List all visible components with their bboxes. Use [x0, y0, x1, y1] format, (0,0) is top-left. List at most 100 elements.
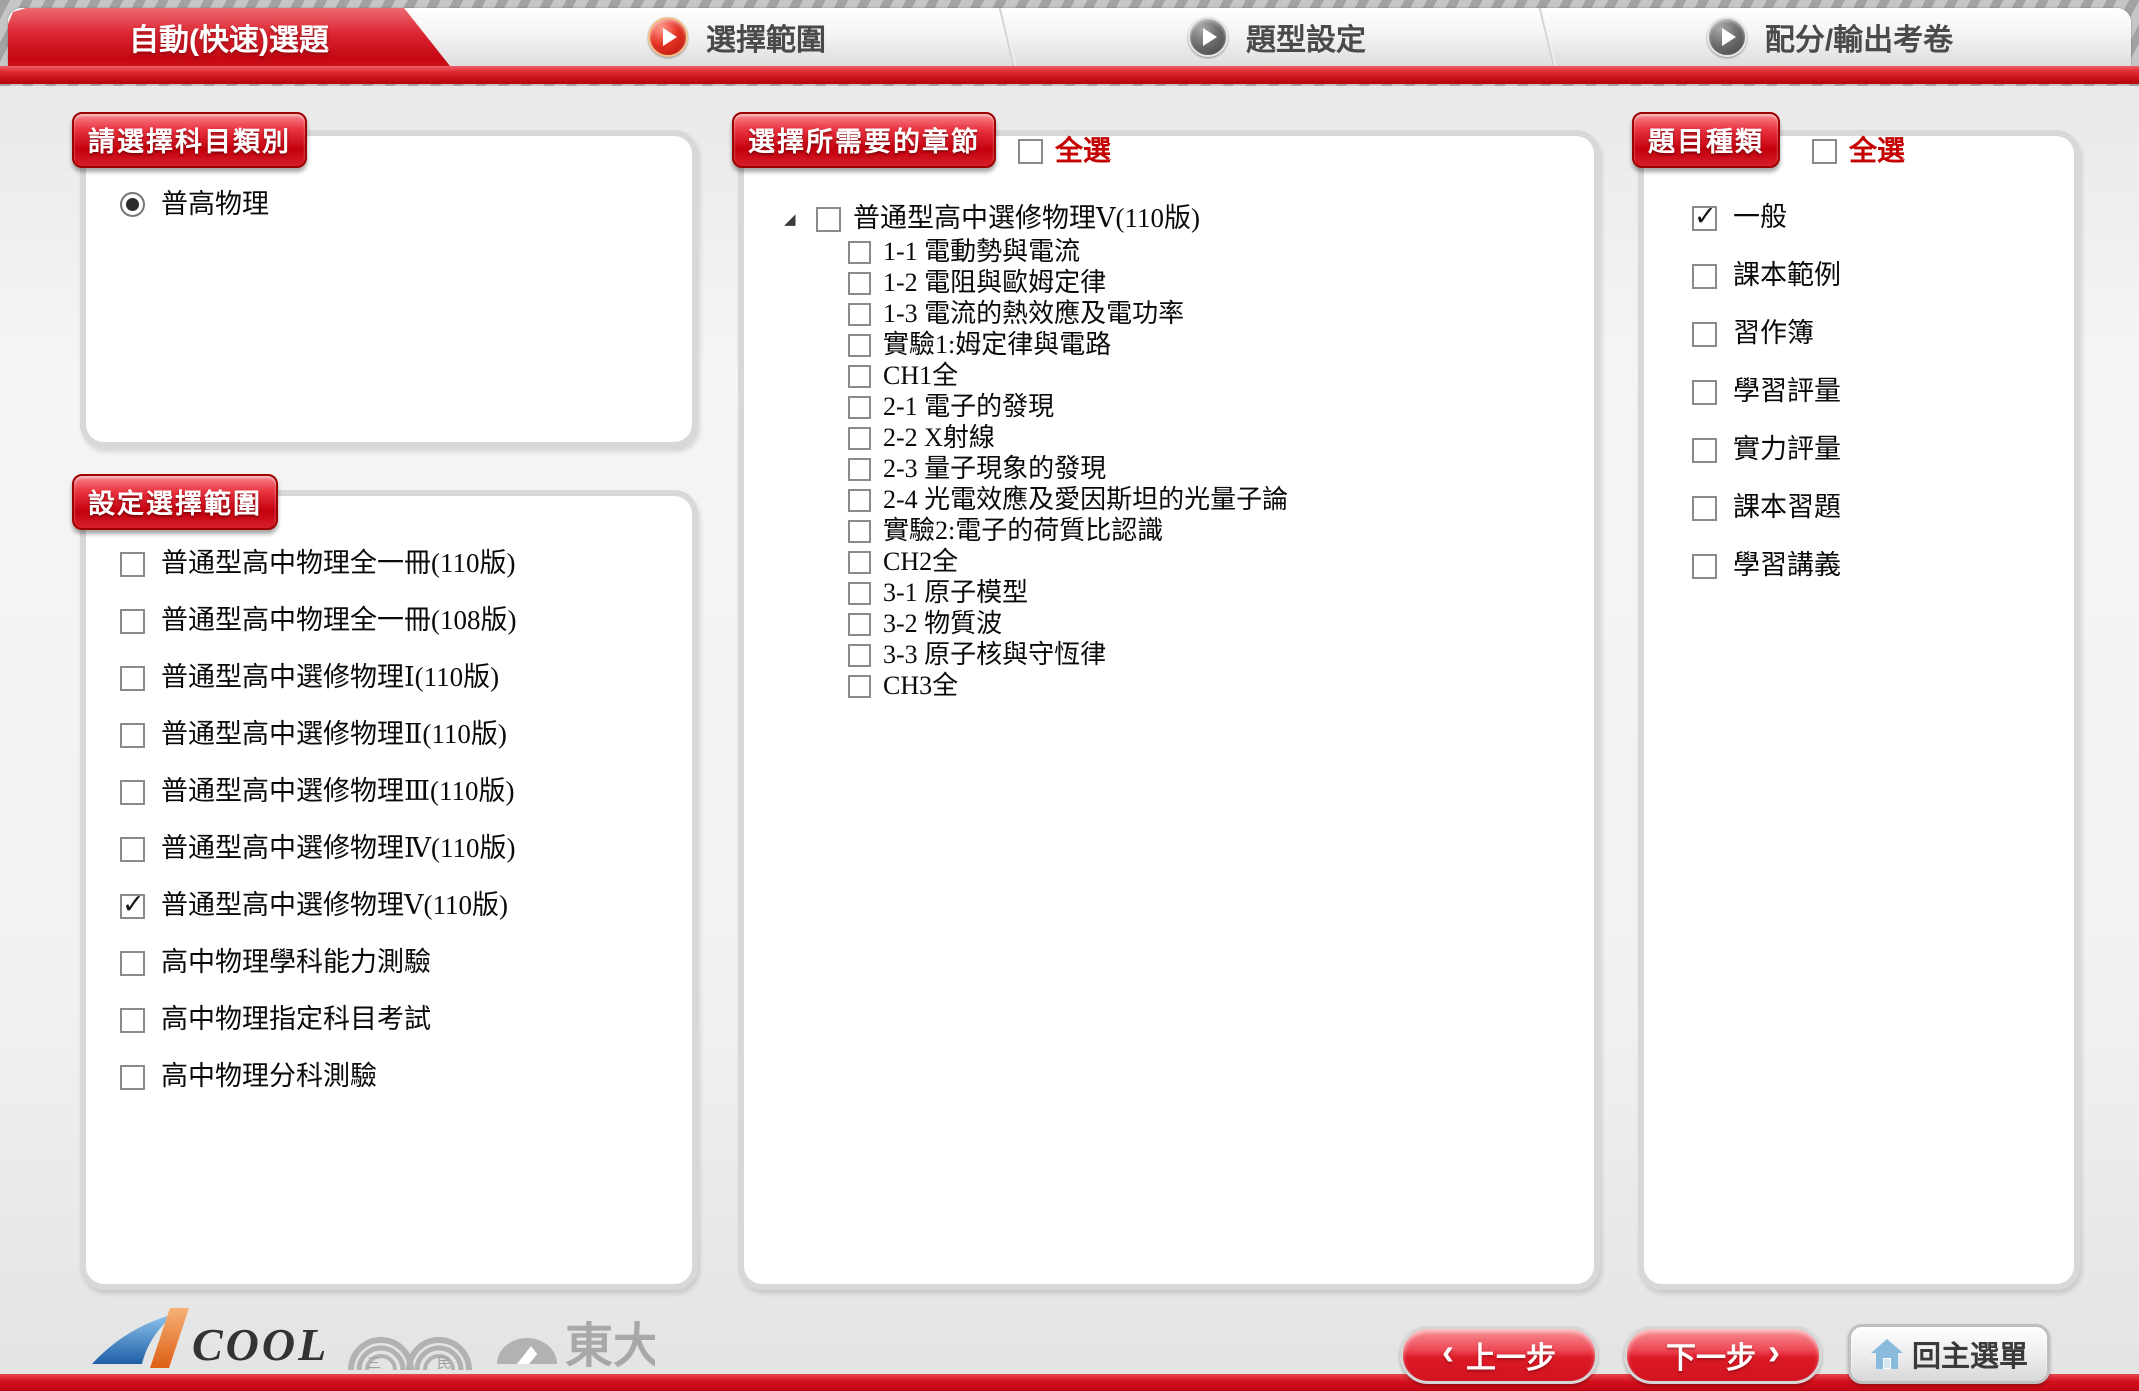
checkbox[interactable] — [848, 489, 871, 512]
checkbox[interactable] — [120, 780, 145, 805]
range-item[interactable]: 普通型高中物理全一冊(108版) — [120, 605, 516, 637]
subject-panel: 普高物理 — [80, 130, 698, 448]
type-item[interactable]: 學習評量 — [1692, 376, 1841, 408]
question-type-list: 一般 課本範例 習作簿 學習評量 實力評量 課本習題 學習講義 — [1692, 202, 1841, 582]
home-menu-button[interactable]: 回主選單 — [1848, 1324, 2050, 1384]
checkbox-label: 2-4 光電效應及愛因斯坦的光量子論 — [883, 486, 1288, 515]
chapter-item[interactable]: 1-3 電流的熱效應及電功率 — [848, 300, 1288, 328]
type-item[interactable]: 實力評量 — [1692, 434, 1841, 466]
checkbox[interactable] — [848, 303, 871, 326]
chapter-item[interactable]: 3-2 物質波 — [848, 610, 1288, 638]
checkbox[interactable] — [120, 609, 145, 634]
cool-logo: COOL — [88, 1302, 338, 1383]
checkbox[interactable] — [1692, 322, 1717, 347]
checkbox-label: CH2全 — [883, 548, 958, 577]
range-item[interactable]: 普通型高中選修物理Ⅲ(110版) — [120, 776, 516, 808]
checkbox[interactable] — [1812, 139, 1837, 164]
radio-button[interactable] — [120, 192, 145, 217]
checkbox[interactable] — [848, 241, 871, 264]
type-panel-title-badge: 題目種類 — [1632, 112, 1780, 168]
chapter-item[interactable]: 2-2 X射線 — [848, 424, 1288, 452]
chapter-panel-title-badge: 選擇所需要的章節 — [732, 112, 996, 168]
range-item[interactable]: 普通型高中選修物理Ⅴ(110版) — [120, 890, 516, 922]
range-item[interactable]: 普通型高中選修物理Ⅱ(110版) — [120, 719, 516, 751]
checkbox[interactable] — [848, 613, 871, 636]
range-item[interactable]: 高中物理指定科目考試 — [120, 1004, 516, 1036]
range-item[interactable]: 普通型高中物理全一冊(110版) — [120, 548, 516, 580]
tab-question-type-setting[interactable]: 題型設定 — [1010, 8, 1544, 66]
prev-step-button[interactable]: ‹ 上一步 — [1400, 1326, 1598, 1384]
subject-radio-item[interactable]: 普高物理 — [120, 190, 269, 220]
chapter-item[interactable]: 3-1 原子模型 — [848, 579, 1288, 607]
radio-label: 普高物理 — [161, 190, 269, 220]
chapter-item[interactable]: 實驗2:電子的荷質比認識 — [848, 517, 1288, 545]
checkbox[interactable] — [848, 582, 871, 605]
checkbox[interactable] — [120, 951, 145, 976]
chapter-item[interactable]: CH2全 — [848, 548, 1288, 576]
checkbox[interactable] — [120, 837, 145, 862]
type-select-all[interactable]: 全選 — [1812, 136, 1905, 167]
checkbox[interactable] — [848, 551, 871, 574]
checkbox[interactable] — [848, 520, 871, 543]
checkbox[interactable] — [1692, 496, 1717, 521]
checkbox-label: 習作簿 — [1733, 319, 1814, 349]
checkbox[interactable] — [848, 458, 871, 481]
checkbox[interactable] — [1692, 380, 1717, 405]
chapter-item[interactable]: 實驗1:姆定律與電路 — [848, 331, 1288, 359]
checkbox[interactable] — [816, 207, 841, 232]
tab-auto-quick-select[interactable]: 自動(快速)選題 — [8, 8, 450, 66]
type-item[interactable]: 課本範例 — [1692, 260, 1841, 292]
checkbox[interactable] — [848, 365, 871, 388]
tab-label: 自動(快速)選題 — [129, 15, 329, 59]
select-all-label: 全選 — [1055, 136, 1111, 167]
range-list: 普通型高中物理全一冊(110版) 普通型高中物理全一冊(108版) 普通型高中選… — [120, 548, 516, 1093]
checkbox[interactable] — [848, 644, 871, 667]
checkbox[interactable] — [120, 666, 145, 691]
range-item[interactable]: 高中物理學科能力測驗 — [120, 947, 516, 979]
checkbox[interactable] — [848, 272, 871, 295]
range-item[interactable]: 高中物理分科測驗 — [120, 1061, 516, 1093]
checkbox[interactable] — [848, 427, 871, 450]
chapter-item[interactable]: CH1全 — [848, 362, 1288, 390]
checkbox-label: 3-3 原子核與守恆律 — [883, 641, 1106, 670]
chapter-item[interactable]: 3-3 原子核與守恆律 — [848, 641, 1288, 669]
checkbox-label: 普通型高中選修物理Ⅴ(110版) — [161, 891, 508, 921]
checkbox[interactable] — [1692, 438, 1717, 463]
type-item[interactable]: 一般 — [1692, 202, 1841, 234]
checkbox-label: 3-1 原子模型 — [883, 579, 1028, 608]
range-item[interactable]: 普通型高中選修物理Ⅰ(110版) — [120, 662, 516, 694]
checkbox[interactable] — [120, 723, 145, 748]
checkbox[interactable] — [120, 1008, 145, 1033]
checkbox[interactable] — [120, 1065, 145, 1090]
tree-expand-icon[interactable]: ◢ — [784, 212, 804, 227]
checkbox[interactable] — [848, 675, 871, 698]
checkbox[interactable] — [120, 894, 145, 919]
range-panel: 普通型高中物理全一冊(110版) 普通型高中物理全一冊(108版) 普通型高中選… — [80, 490, 698, 1290]
tab-score-output[interactable]: 配分/輸出考卷 — [1550, 8, 2110, 66]
checkbox[interactable] — [848, 396, 871, 419]
chapter-select-all[interactable]: 全選 — [1018, 136, 1111, 167]
checkbox[interactable] — [120, 552, 145, 577]
checkbox[interactable] — [1692, 264, 1717, 289]
range-item[interactable]: 普通型高中選修物理Ⅳ(110版) — [120, 833, 516, 865]
checkbox[interactable] — [848, 334, 871, 357]
type-item[interactable]: 課本習題 — [1692, 492, 1841, 524]
chapter-item[interactable]: 2-1 電子的發現 — [848, 393, 1288, 421]
chapter-item[interactable]: 1-2 電阻與歐姆定律 — [848, 269, 1288, 297]
next-step-button[interactable]: 下一步 › — [1624, 1326, 1822, 1384]
chapter-item[interactable]: 1-1 電動勢與電流 — [848, 238, 1288, 266]
next-step-label: 下一步 — [1666, 1333, 1756, 1377]
chapter-item[interactable]: 2-3 量子現象的發現 — [848, 455, 1288, 483]
tab-select-range[interactable]: 選擇範圍 — [470, 8, 1004, 66]
type-item[interactable]: 學習講義 — [1692, 550, 1841, 582]
bottom-red-bar — [0, 1374, 2139, 1391]
chapter-item[interactable]: 2-4 光電效應及愛因斯坦的光量子論 — [848, 486, 1288, 514]
checkbox[interactable] — [1692, 206, 1717, 231]
type-item[interactable]: 習作簿 — [1692, 318, 1841, 350]
chapter-tree-root[interactable]: ◢ 普通型高中選修物理Ⅴ(110版) — [784, 202, 1288, 236]
chapter-item[interactable]: CH3全 — [848, 672, 1288, 700]
checkbox[interactable] — [1018, 139, 1043, 164]
checkbox-label: 2-1 電子的發現 — [883, 393, 1054, 422]
chevron-right-icon: › — [1768, 1352, 1780, 1358]
checkbox[interactable] — [1692, 554, 1717, 579]
